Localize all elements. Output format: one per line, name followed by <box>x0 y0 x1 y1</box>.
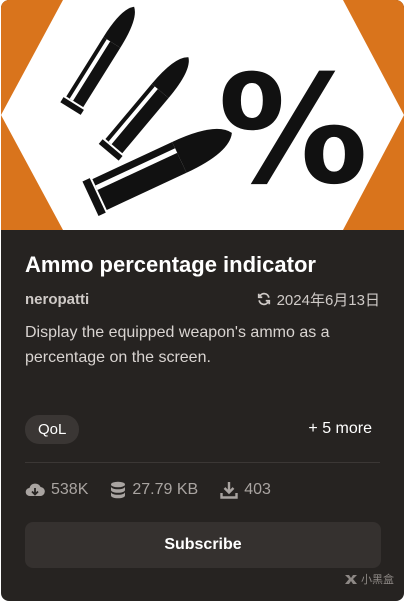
refresh-icon <box>257 292 270 306</box>
download-icon <box>220 482 238 499</box>
ammo-percentage-artwork: % <box>1 0 404 230</box>
mod-title[interactable]: Ammo percentage indicator <box>25 252 316 278</box>
endorsement-count: 403 <box>244 481 271 498</box>
database-icon <box>111 481 126 499</box>
size-stat: 27.79 KB <box>110 481 198 499</box>
watermark: 小黑盒 <box>344 571 394 587</box>
watermark-text: 小黑盒 <box>361 574 394 586</box>
mod-description: Display the equipped weapon's ammo as a … <box>25 324 330 366</box>
tags-row: QoL + 5 more <box>25 414 380 444</box>
file-size: 27.79 KB <box>132 481 199 498</box>
tag-qol[interactable]: QoL <box>25 414 80 444</box>
endorsements-stat: 403 <box>220 481 271 499</box>
mod-stats: 538K 27.79 KB 403 <box>25 479 271 501</box>
mod-card[interactable]: % Ammo percentage indicator neropatti 20… <box>1 0 404 601</box>
downloads-stat: 538K <box>25 481 88 499</box>
mod-thumbnail[interactable]: % <box>1 0 404 230</box>
xiaoheihe-logo-icon <box>345 575 357 584</box>
updated-date: 2024年6月13日 <box>257 289 380 310</box>
cloud-download-icon <box>25 483 45 497</box>
author-link[interactable]: neropatti <box>25 291 89 308</box>
mod-meta: neropatti 2024年6月13日 <box>25 288 380 310</box>
divider <box>25 462 380 463</box>
downloads-count: 538K <box>51 481 89 498</box>
more-tags-link[interactable]: + 5 more <box>308 420 372 438</box>
subscribe-button[interactable]: Subscribe <box>25 522 381 568</box>
percent-symbol: % <box>218 44 368 218</box>
updated-date-text: 2024年6月13日 <box>276 291 380 309</box>
